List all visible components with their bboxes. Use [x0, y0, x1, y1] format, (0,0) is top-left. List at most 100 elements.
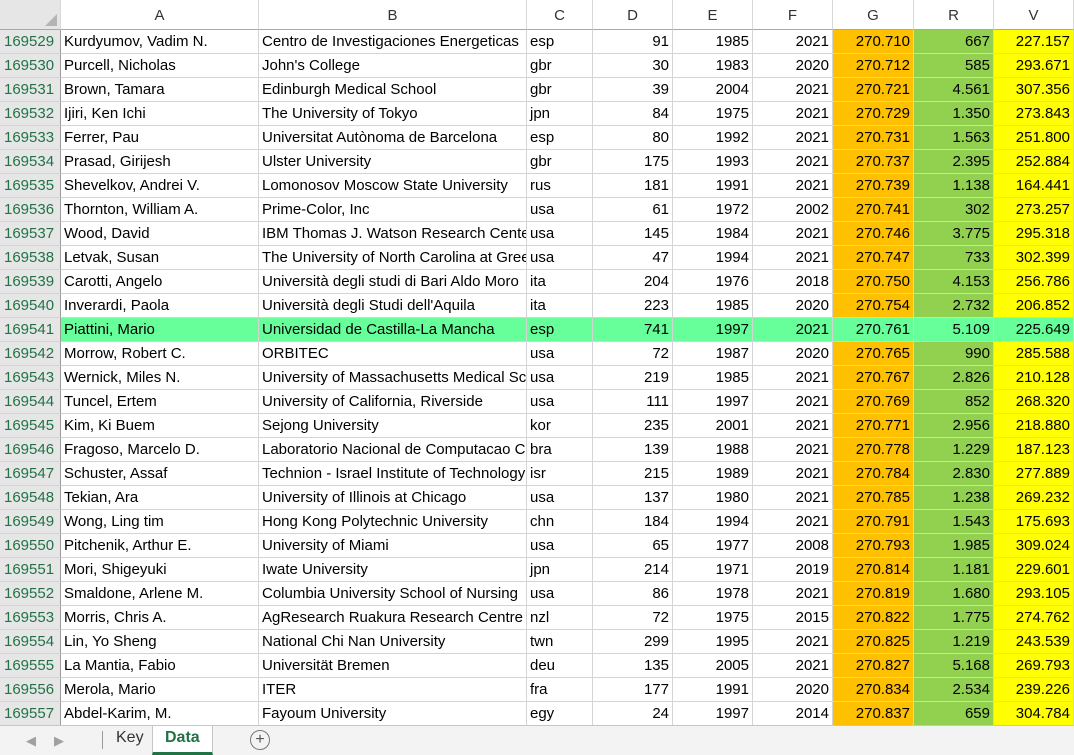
- cell-C[interactable]: gbr: [527, 54, 593, 78]
- cell-B[interactable]: Laboratorio Nacional de Computacao Cient…: [259, 438, 527, 462]
- cell-F[interactable]: 2021: [753, 102, 833, 126]
- row-number[interactable]: 169538: [0, 246, 61, 270]
- cell-V[interactable]: 206.852: [994, 294, 1074, 318]
- cell-F[interactable]: 2008: [753, 534, 833, 558]
- cell-V[interactable]: 256.786: [994, 270, 1074, 294]
- row-number[interactable]: 169532: [0, 102, 61, 126]
- cell-V[interactable]: 243.539: [994, 630, 1074, 654]
- cell-B[interactable]: AgResearch Ruakura Research Centre: [259, 606, 527, 630]
- cell-G[interactable]: 270.822: [833, 606, 914, 630]
- next-sheet-icon[interactable]: ▶: [54, 733, 64, 749]
- cell-R[interactable]: 1.543: [914, 510, 994, 534]
- column-header-E[interactable]: E: [673, 0, 753, 30]
- cell-V[interactable]: 274.762: [994, 606, 1074, 630]
- cell-D[interactable]: 145: [593, 222, 673, 246]
- tab-key[interactable]: Key: [104, 726, 156, 752]
- cell-R[interactable]: 667: [914, 30, 994, 54]
- cell-B[interactable]: Ulster University: [259, 150, 527, 174]
- cell-C[interactable]: usa: [527, 222, 593, 246]
- cell-A[interactable]: Smaldone, Arlene M.: [61, 582, 259, 606]
- cell-R[interactable]: 5.109: [914, 318, 994, 342]
- cell-D[interactable]: 219: [593, 366, 673, 390]
- cell-F[interactable]: 2015: [753, 606, 833, 630]
- cell-A[interactable]: Merola, Mario: [61, 678, 259, 702]
- cell-A[interactable]: Tuncel, Ertem: [61, 390, 259, 414]
- cell-F[interactable]: 2021: [753, 150, 833, 174]
- cell-B[interactable]: Edinburgh Medical School: [259, 78, 527, 102]
- cell-D[interactable]: 204: [593, 270, 673, 294]
- cell-D[interactable]: 111: [593, 390, 673, 414]
- cell-B[interactable]: Prime-Color, Inc: [259, 198, 527, 222]
- cell-C[interactable]: esp: [527, 318, 593, 342]
- cell-E[interactable]: 1976: [673, 270, 753, 294]
- cell-B[interactable]: Università degli studi di Bari Aldo Moro: [259, 270, 527, 294]
- cell-D[interactable]: 86: [593, 582, 673, 606]
- cell-A[interactable]: Kim, Ki Buem: [61, 414, 259, 438]
- cell-R[interactable]: 1.219: [914, 630, 994, 654]
- cell-A[interactable]: Purcell, Nicholas: [61, 54, 259, 78]
- row-number[interactable]: 169530: [0, 54, 61, 78]
- row-number[interactable]: 169551: [0, 558, 61, 582]
- cell-E[interactable]: 1994: [673, 246, 753, 270]
- cell-V[interactable]: 273.843: [994, 102, 1074, 126]
- cell-R[interactable]: 1.350: [914, 102, 994, 126]
- column-header-B[interactable]: B: [259, 0, 527, 30]
- column-header-F[interactable]: F: [753, 0, 833, 30]
- cell-G[interactable]: 270.827: [833, 654, 914, 678]
- cell-C[interactable]: usa: [527, 486, 593, 510]
- cell-G[interactable]: 270.750: [833, 270, 914, 294]
- cell-G[interactable]: 270.712: [833, 54, 914, 78]
- cell-E[interactable]: 1987: [673, 342, 753, 366]
- cell-R[interactable]: 1.680: [914, 582, 994, 606]
- cell-E[interactable]: 1988: [673, 438, 753, 462]
- cell-R[interactable]: 2.956: [914, 414, 994, 438]
- cell-R[interactable]: 1.181: [914, 558, 994, 582]
- cell-G[interactable]: 270.814: [833, 558, 914, 582]
- cell-G[interactable]: 270.825: [833, 630, 914, 654]
- row-number[interactable]: 169548: [0, 486, 61, 510]
- cell-B[interactable]: Hong Kong Polytechnic University: [259, 510, 527, 534]
- cell-R[interactable]: 1.775: [914, 606, 994, 630]
- cell-C[interactable]: bra: [527, 438, 593, 462]
- cell-D[interactable]: 61: [593, 198, 673, 222]
- row-number[interactable]: 169557: [0, 702, 61, 726]
- cell-E[interactable]: 1991: [673, 678, 753, 702]
- cell-D[interactable]: 299: [593, 630, 673, 654]
- cell-D[interactable]: 137: [593, 486, 673, 510]
- cell-G[interactable]: 270.729: [833, 102, 914, 126]
- row-number[interactable]: 169545: [0, 414, 61, 438]
- cell-F[interactable]: 2018: [753, 270, 833, 294]
- cell-V[interactable]: 187.123: [994, 438, 1074, 462]
- row-number[interactable]: 169543: [0, 366, 61, 390]
- cell-B[interactable]: University of Miami: [259, 534, 527, 558]
- cell-R[interactable]: 5.168: [914, 654, 994, 678]
- cell-R[interactable]: 3.775: [914, 222, 994, 246]
- cell-A[interactable]: Abdel-Karim, M.: [61, 702, 259, 726]
- cell-B[interactable]: National Chi Nan University: [259, 630, 527, 654]
- cell-F[interactable]: 2021: [753, 78, 833, 102]
- cell-A[interactable]: Piattini, Mario: [61, 318, 259, 342]
- cell-A[interactable]: Shevelkov, Andrei V.: [61, 174, 259, 198]
- cell-G[interactable]: 270.771: [833, 414, 914, 438]
- cell-A[interactable]: Kurdyumov, Vadim N.: [61, 30, 259, 54]
- cell-V[interactable]: 164.441: [994, 174, 1074, 198]
- cell-R[interactable]: 585: [914, 54, 994, 78]
- row-number[interactable]: 169553: [0, 606, 61, 630]
- cell-V[interactable]: 285.588: [994, 342, 1074, 366]
- cell-G[interactable]: 270.761: [833, 318, 914, 342]
- row-number[interactable]: 169540: [0, 294, 61, 318]
- cell-G[interactable]: 270.721: [833, 78, 914, 102]
- cell-A[interactable]: Tekian, Ara: [61, 486, 259, 510]
- cell-B[interactable]: Universitat Autònoma de Barcelona: [259, 126, 527, 150]
- cell-B[interactable]: Fayoum University: [259, 702, 527, 726]
- cell-D[interactable]: 72: [593, 342, 673, 366]
- cell-G[interactable]: 270.747: [833, 246, 914, 270]
- cell-D[interactable]: 91: [593, 30, 673, 54]
- cell-C[interactable]: deu: [527, 654, 593, 678]
- row-number[interactable]: 169539: [0, 270, 61, 294]
- cell-R[interactable]: 4.153: [914, 270, 994, 294]
- cell-B[interactable]: The University of North Carolina at Gree…: [259, 246, 527, 270]
- cell-V[interactable]: 277.889: [994, 462, 1074, 486]
- cell-V[interactable]: 218.880: [994, 414, 1074, 438]
- cell-C[interactable]: twn: [527, 630, 593, 654]
